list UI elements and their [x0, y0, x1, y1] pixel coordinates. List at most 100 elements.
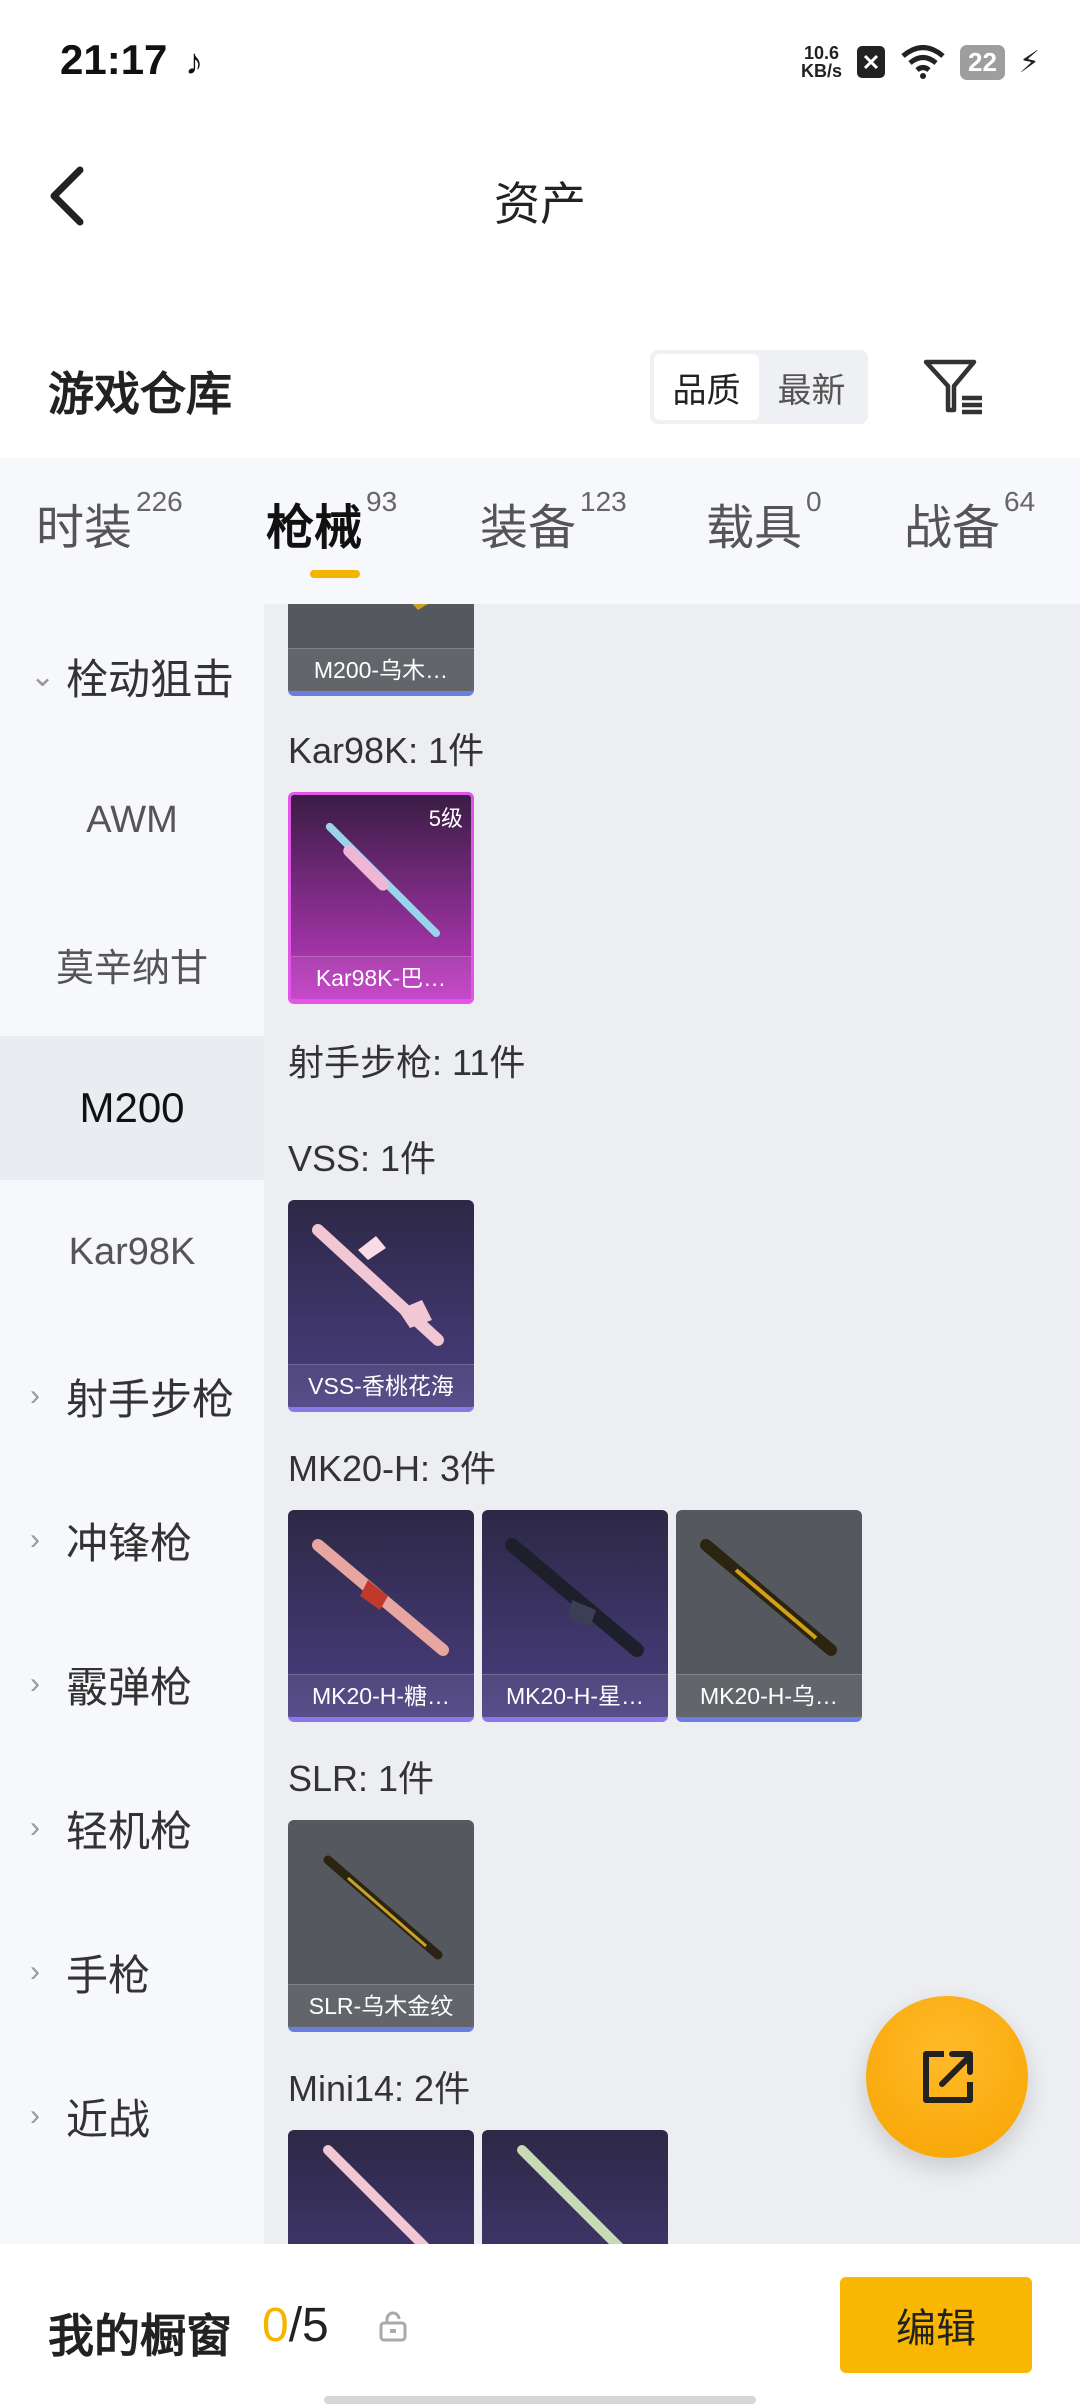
sort-option-newest[interactable]: 最新 — [759, 354, 864, 420]
sidebar-item-label: 手枪 — [66, 1951, 151, 1999]
share-icon — [923, 2051, 973, 2103]
weapon-card[interactable]: MK20-H-星… — [482, 1510, 668, 1722]
sidebar-item-shotgun[interactable]: › 霰弹枪 — [0, 1612, 264, 1756]
section-title: 游戏仓库 — [48, 368, 232, 420]
rifle-icon — [312, 1539, 449, 1656]
sidebar-item-label: 近战 — [66, 2095, 151, 2143]
sidebar-item-label: 栓动狙击 — [66, 655, 235, 703]
chevron-down-icon: ⌄ — [30, 659, 56, 693]
weapon-card[interactable]: MK20-H-糖… — [288, 1510, 474, 1722]
weapon-card[interactable]: VSS-香桃花海 — [288, 1200, 474, 1412]
status-time: 21:17 ♪ — [60, 36, 203, 84]
share-button[interactable] — [866, 1996, 1028, 2158]
group-label: Mini14: 2件 — [288, 2068, 471, 2109]
sidebar-item-label: 射手步枪 — [66, 1375, 235, 1423]
sidebar-item-awm[interactable]: AWM — [0, 748, 264, 892]
card-name: VSS-香桃花海 — [288, 1364, 474, 1407]
tiktok-icon: ♪ — [185, 41, 204, 82]
rifle-icon — [323, 1855, 443, 1960]
sidebar-item-label: 莫辛纳甘 — [55, 947, 208, 990]
sidebar-item-smg[interactable]: › 冲锋枪 — [0, 1468, 264, 1612]
chevron-right-icon: › — [30, 1523, 40, 1556]
sidebar-item-label: AWM — [86, 798, 178, 841]
tab-count: 93 — [366, 486, 398, 517]
chevron-right-icon: › — [30, 2099, 40, 2132]
group-label: Kar98K: 1件 — [288, 730, 485, 771]
group-label: MK20-H: 3件 — [288, 1448, 497, 1489]
card-name: MK20-H-乌… — [676, 1674, 862, 1717]
rifle-icon — [323, 2145, 430, 2244]
card-name: MK20-H-糖… — [288, 1674, 474, 1717]
filter-icon — [923, 359, 982, 415]
status-icons: 10.6 KB/s 22 ⚡ — [801, 40, 1040, 84]
group-label: VSS: 1件 — [288, 1138, 437, 1179]
wifi-icon — [901, 45, 945, 79]
chevron-right-icon: › — [30, 1955, 40, 1988]
rifle-icon — [412, 604, 428, 610]
chevron-right-icon: › — [30, 1667, 40, 1700]
sidebar-item-lmg[interactable]: › 轻机枪 — [0, 1756, 264, 1900]
tab-label: 载具 — [706, 502, 803, 555]
status-time-text: 21:17 — [60, 36, 168, 83]
chevron-right-icon: › — [30, 1379, 40, 1412]
weapon-card[interactable]: M200-乌木… — [288, 604, 474, 696]
card-name: M200-乌木… — [288, 648, 474, 691]
tab-label: 战备 — [904, 502, 1001, 555]
group-label: SLR: 1件 — [288, 1758, 435, 1799]
sidebar-item-bolt-sniper[interactable]: ⌄ 栓动狙击 — [0, 604, 264, 748]
sidebar-item-kar98k[interactable]: Kar98K — [0, 1180, 264, 1324]
network-speed-unit: KB/s — [800, 61, 842, 81]
sidebar-item-label: 霰弹枪 — [66, 1663, 193, 1711]
sidebar-item-m200[interactable]: M200 — [0, 1036, 264, 1180]
home-indicator[interactable] — [324, 2396, 756, 2404]
weapon-card[interactable] — [482, 2130, 668, 2244]
category-tabs: 时装226 枪械93 装备123 载具0 战备64 — [0, 458, 1080, 604]
sort-option-quality[interactable]: 品质 — [654, 354, 759, 420]
sidebar-item-dmr[interactable]: › 射手步枪 — [0, 1324, 264, 1468]
tab-guns[interactable]: 枪械93 — [266, 486, 398, 558]
weapon-card[interactable]: 5级 Kar98K-巴… — [288, 792, 474, 1004]
filter-button[interactable] — [920, 352, 990, 422]
rifle-icon — [517, 2145, 624, 2244]
sidebar-item-label: Kar98K — [68, 1230, 196, 1273]
page-title: 资产 — [494, 178, 586, 230]
tab-equipment[interactable]: 装备123 — [480, 486, 627, 558]
sidebar-item-mosin[interactable]: 莫辛纳甘 — [0, 892, 264, 1036]
charging-icon: ⚡ — [1018, 45, 1040, 79]
sidebar-item-label: M200 — [79, 1084, 185, 1131]
rifle-icon — [312, 1224, 444, 1346]
weapon-card[interactable] — [288, 2130, 474, 2244]
tab-count: 0 — [806, 486, 822, 517]
sidebar-item-melee[interactable]: › 近战 — [0, 2044, 264, 2188]
tab-label: 装备 — [480, 502, 577, 555]
tab-count: 64 — [1004, 486, 1036, 517]
showcase-count-total: /5 — [288, 2299, 329, 2352]
card-name: Kar98K-巴… — [291, 956, 471, 999]
weapon-category-sidebar: ⌄ 栓动狙击 AWM 莫辛纳甘 M200 Kar98K › 射手步枪 › 冲锋枪 › 霰… — [0, 604, 264, 2244]
weapon-card[interactable]: SLR-乌木金纹 — [288, 1820, 474, 2032]
battery-icon: 22 — [960, 44, 1005, 80]
sim-disabled-icon — [857, 46, 885, 78]
card-name: SLR-乌木金纹 — [288, 1984, 474, 2027]
rifle-icon — [505, 1538, 644, 1657]
showcase-count: 0/5 — [262, 2298, 329, 2353]
sort-toggle: 品质 最新 — [650, 350, 868, 424]
tab-label: 枪械 — [266, 502, 363, 555]
card-name: MK20-H-星… — [482, 1674, 668, 1717]
chevron-right-icon: › — [30, 1811, 40, 1844]
rifle-icon — [325, 822, 441, 938]
tab-supplies[interactable]: 战备64 — [904, 486, 1036, 558]
rifle-icon — [700, 1539, 837, 1656]
edit-button[interactable]: 编辑 — [840, 2277, 1032, 2373]
tab-vehicles[interactable]: 载具0 — [706, 486, 822, 558]
group-label: 射手步枪: 11件 — [288, 1042, 526, 1083]
tab-fashion[interactable]: 时装226 — [36, 486, 183, 558]
sidebar-item-pistol[interactable]: › 手枪 — [0, 1900, 264, 2044]
showcase-label: 我的橱窗 — [48, 2310, 232, 2362]
active-tab-indicator — [310, 570, 360, 578]
tab-count: 123 — [580, 486, 627, 517]
weapon-card[interactable]: MK20-H-乌… — [676, 1510, 862, 1722]
network-speed: 10.6 KB/s — [801, 44, 842, 80]
showcase-count-current: 0 — [262, 2299, 289, 2352]
tab-count: 226 — [136, 486, 183, 517]
